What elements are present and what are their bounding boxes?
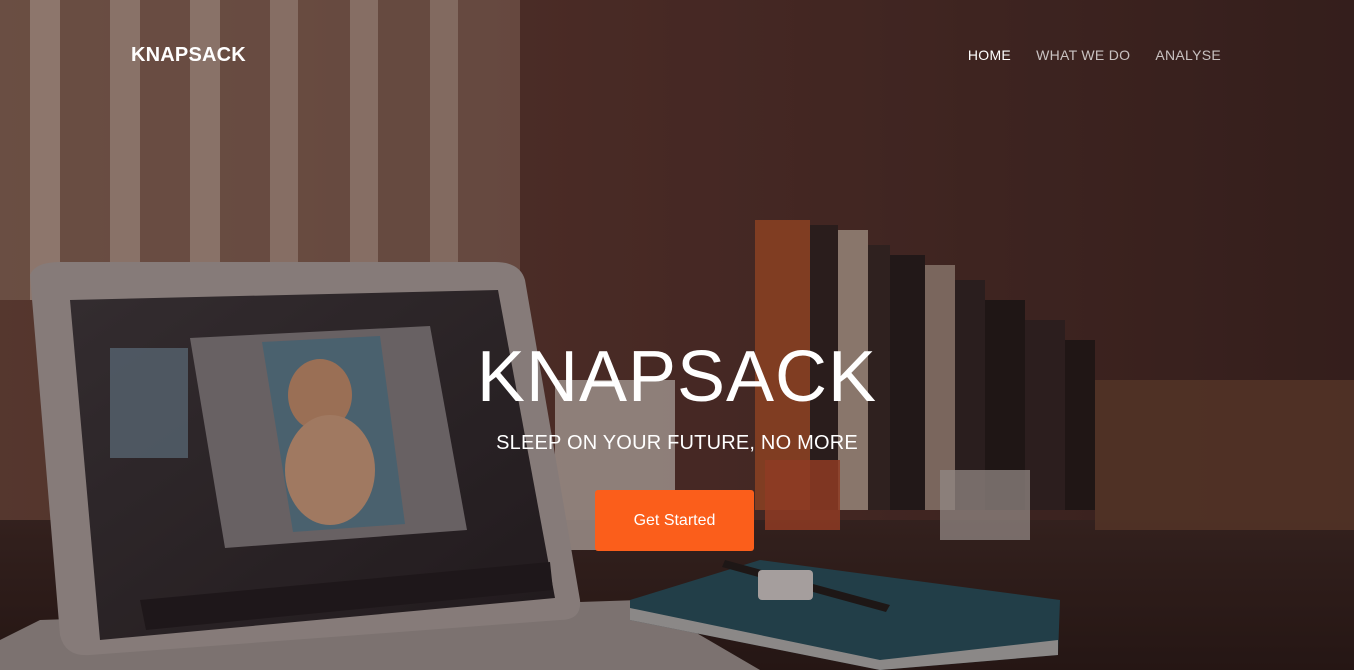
nav-link-analyse[interactable]: ANALYSE bbox=[1155, 47, 1221, 63]
hero-section: KNAPSACK HOME WHAT WE DO ANALYSE KNAPSAC… bbox=[0, 0, 1354, 670]
get-started-button[interactable]: Get Started bbox=[595, 490, 754, 551]
hero-title: KNAPSACK bbox=[476, 337, 878, 417]
main-nav: HOME WHAT WE DO ANALYSE bbox=[968, 47, 1221, 63]
hero-overlay bbox=[0, 0, 1354, 670]
nav-link-home[interactable]: HOME bbox=[968, 47, 1011, 63]
hero-subtitle: SLEEP ON YOUR FUTURE, NO MORE bbox=[496, 432, 858, 454]
brand-logo[interactable]: KNAPSACK bbox=[131, 44, 246, 67]
nav-link-what-we-do[interactable]: WHAT WE DO bbox=[1036, 47, 1130, 63]
